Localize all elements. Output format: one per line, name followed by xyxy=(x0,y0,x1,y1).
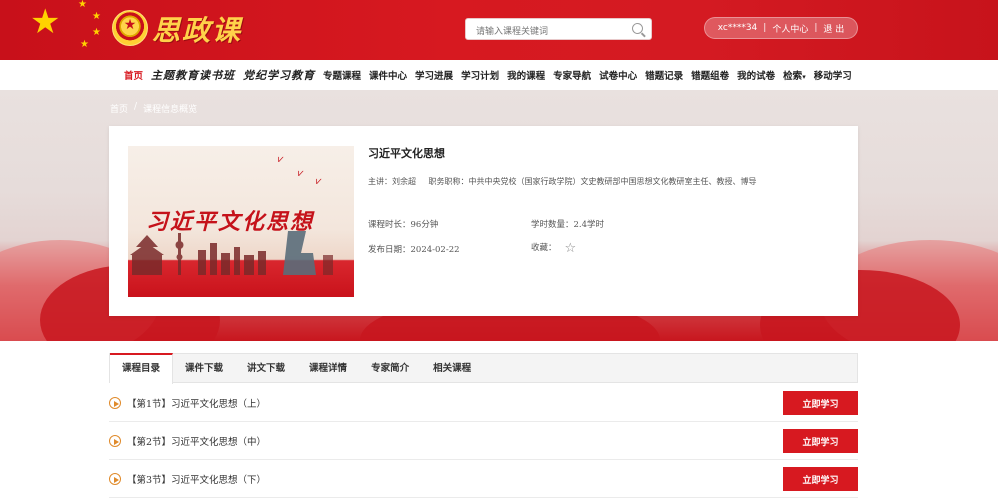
nav-item[interactable]: 移动学习 xyxy=(814,68,852,82)
start-learning-button[interactable]: 立即学习 xyxy=(783,391,858,415)
lesson-title[interactable]: 【第1节】习近平文化思想（上） xyxy=(127,396,783,410)
top-header: ★ ★ ★ ★ ★ 思政课 xc****34 | 个人中心 | 退 出 xyxy=(0,0,998,60)
search-box xyxy=(465,18,652,42)
nav-item[interactable]: 首页 xyxy=(124,68,143,82)
tab[interactable]: 课程目录 xyxy=(110,353,174,384)
breadcrumb-separator: / xyxy=(134,102,138,112)
breadcrumb: 首页 / 课程信息概览 xyxy=(110,102,197,115)
nav-item-label: 首页 xyxy=(124,71,144,82)
nav-item[interactable]: 试卷中心 xyxy=(599,68,637,82)
chevron-down-icon: ▾ xyxy=(802,72,806,81)
logout-link[interactable]: 退 出 xyxy=(823,22,844,35)
nav-item[interactable]: 错题组卷 xyxy=(691,68,729,82)
nav-item-label: 专家导航 xyxy=(553,71,592,82)
nav-item-label: 移动学习 xyxy=(813,71,852,82)
favorite-label: 收藏： xyxy=(531,243,557,253)
course-duration: 课程时长：96分钟 xyxy=(368,220,439,230)
nav-item[interactable]: 学习进展 xyxy=(415,68,453,82)
profile-link[interactable]: 个人中心 xyxy=(772,22,808,35)
separator: | xyxy=(814,23,818,33)
lesson-title[interactable]: 【第2节】习近平文化思想（中） xyxy=(127,434,783,448)
search-icon[interactable] xyxy=(632,23,643,34)
tab[interactable]: 讲文下载 xyxy=(235,354,297,383)
nav-item[interactable]: 专家导航 xyxy=(553,68,591,82)
nav-item-label: 专题课程 xyxy=(323,71,362,82)
play-icon[interactable] xyxy=(109,473,121,485)
tab[interactable]: 相关课程 xyxy=(421,354,483,383)
small-star-icon: ★ xyxy=(92,27,101,38)
nav-item-label: 错题记录 xyxy=(645,71,684,82)
nav-item[interactable]: 课件中心 xyxy=(369,68,407,82)
nav-item[interactable]: 主题教育读书班 xyxy=(151,67,235,83)
play-icon[interactable] xyxy=(109,435,121,447)
course-teacher-info: 主讲：刘余超 职务职称：中共中央党校（国家行政学院）文史教研部中国思想文化教研室… xyxy=(368,176,757,187)
search-input[interactable] xyxy=(476,22,626,42)
nav-item-label: 主题教育读书班 xyxy=(151,69,236,82)
small-star-icon: ★ xyxy=(78,0,87,10)
nav-item-label: 学习进展 xyxy=(415,71,454,82)
course-title: 习近平文化思想 xyxy=(368,147,445,160)
lesson-row: 【第2节】习近平文化思想（中） 立即学习 xyxy=(109,423,858,460)
nav-item[interactable]: 党纪学习教育 xyxy=(243,67,315,83)
course-info-card: ⩗ ⩗ ⩗ 习近平文化思想 习近平文化思想 主讲：刘余超 职务职称：中共中央党校… xyxy=(109,126,858,316)
play-icon[interactable] xyxy=(109,397,121,409)
username[interactable]: xc****34 xyxy=(718,23,758,33)
nav-item-label: 检索 xyxy=(783,71,803,82)
site-logo-text[interactable]: 思政课 xyxy=(152,9,242,49)
nav-item[interactable]: 我的试卷 xyxy=(737,68,775,82)
teacher-position: 职务职称：中共中央党校（国家行政学院）文史教研部中国思想文化教研室主任、教授、博… xyxy=(428,177,757,186)
tab[interactable]: 课件下载 xyxy=(173,354,235,383)
nav-item-label: 错题组卷 xyxy=(691,71,730,82)
separator: | xyxy=(763,23,767,33)
start-learning-button[interactable]: 立即学习 xyxy=(783,429,858,453)
bird-icon: ⩗ xyxy=(316,176,322,187)
nav-item-label: 课件中心 xyxy=(369,71,408,82)
main-nav: 首页 主题教育读书班 党纪学习教育 专题课程 课件中心 学习进展 学习计划 我的课程 专家导航试… xyxy=(0,60,998,90)
nav-item[interactable]: 检索▾ xyxy=(783,68,806,82)
bird-icon: ⩗ xyxy=(298,168,304,179)
teacher-name: 主讲：刘余超 xyxy=(368,177,416,186)
favorite-area: 收藏： ☆ xyxy=(531,241,576,256)
national-emblem-logo[interactable] xyxy=(112,10,148,46)
small-star-icon: ★ xyxy=(80,39,89,50)
lesson-row: 【第1节】习近平文化思想（上） 立即学习 xyxy=(109,385,858,422)
lesson-title[interactable]: 【第3节】习近平文化思想（下） xyxy=(127,472,783,486)
favorite-star-icon[interactable]: ☆ xyxy=(565,241,577,256)
nav-item-label: 我的课程 xyxy=(507,71,546,82)
course-credits: 学时数量：2.4学时 xyxy=(531,220,605,230)
city-skyline-illustration xyxy=(130,231,333,275)
lesson-row: 【第3节】习近平文化思想（下） 立即学习 xyxy=(109,461,858,498)
nav-item-label: 试卷中心 xyxy=(599,71,638,82)
bird-icon: ⩗ xyxy=(278,154,284,165)
large-star-icon: ★ xyxy=(30,2,61,42)
course-tabs: 课程目录 课件下载 讲文下载 课程详情 专家简介 相关课程 xyxy=(109,353,858,384)
course-banner: 首页 / 课程信息概览 ⩗ ⩗ ⩗ 习近平文化思想 习近平文化思想 主讲：刘余超… xyxy=(0,90,998,341)
nav-item[interactable]: 专题课程 xyxy=(323,68,361,82)
breadcrumb-home[interactable]: 首页 xyxy=(110,102,128,115)
small-star-icon: ★ xyxy=(92,11,101,22)
breadcrumb-current: 课程信息概览 xyxy=(143,105,198,115)
course-thumbnail[interactable]: ⩗ ⩗ ⩗ 习近平文化思想 xyxy=(128,146,354,297)
nav-item-label: 党纪学习教育 xyxy=(243,69,316,82)
publish-date: 发布日期：2024-02-22 xyxy=(368,245,460,255)
nav-item[interactable]: 学习计划 xyxy=(461,68,499,82)
nav-item[interactable]: 错题记录 xyxy=(645,68,683,82)
nav-item-label: 学习计划 xyxy=(461,71,500,82)
nav-item[interactable]: 我的课程 xyxy=(507,68,545,82)
tab[interactable]: 课程详情 xyxy=(297,354,359,383)
tab[interactable]: 专家简介 xyxy=(359,354,421,383)
user-panel: xc****34 | 个人中心 | 退 出 xyxy=(704,17,858,39)
start-learning-button[interactable]: 立即学习 xyxy=(783,467,858,491)
nav-item-label: 我的试卷 xyxy=(737,71,776,82)
